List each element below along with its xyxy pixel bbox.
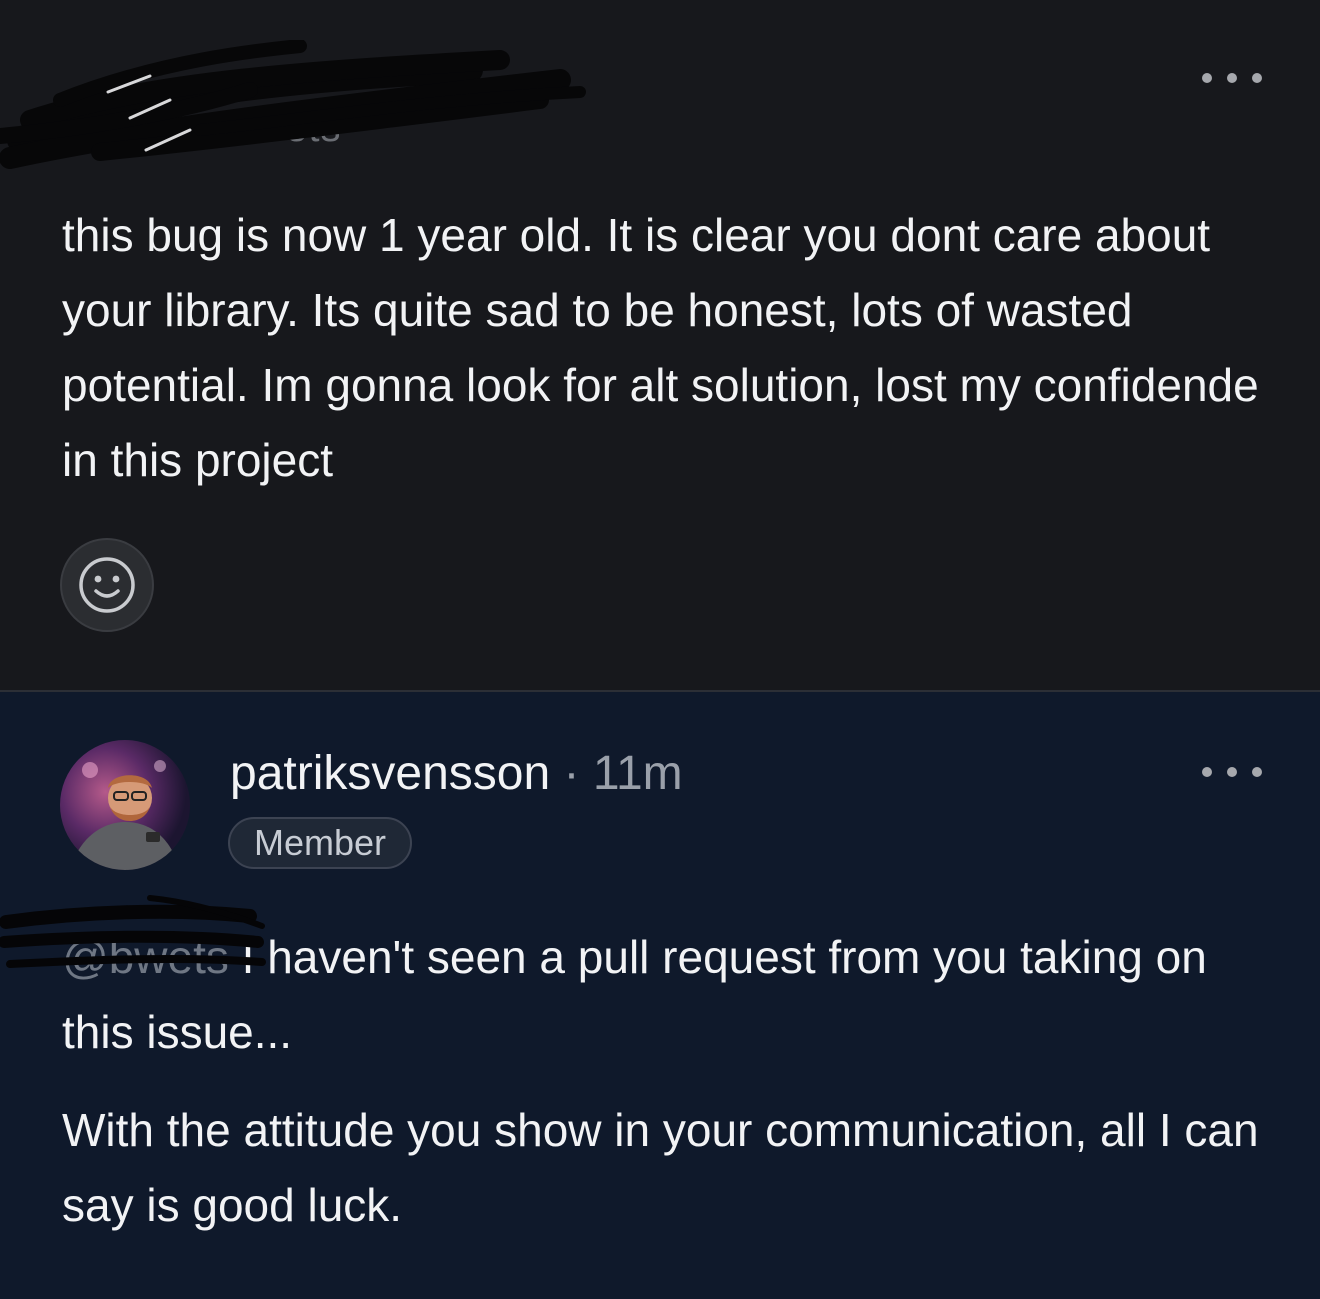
redaction-scribble xyxy=(0,40,586,169)
role-badge: Member xyxy=(228,817,413,869)
comment-body: this bug is now 1 year old. It is clear … xyxy=(62,209,1259,486)
author-username[interactable]: patriksvensson xyxy=(230,747,550,800)
comment-options-button[interactable] xyxy=(1202,66,1262,90)
comment-timestamp[interactable]: 11m xyxy=(593,747,683,800)
avatar[interactable] xyxy=(60,740,190,870)
comment-header-redacted: bwets xyxy=(0,40,620,170)
comment-options-button[interactable] xyxy=(1202,760,1262,784)
ellipsis-icon xyxy=(1202,767,1212,777)
ellipsis-dot xyxy=(1252,73,1262,83)
comment-first: bwets this bug is now 1 year old. It is xyxy=(0,0,1320,690)
avatar-photo xyxy=(70,760,180,870)
ellipsis-dot xyxy=(1227,767,1237,777)
ellipsis-dot xyxy=(1252,767,1262,777)
ellipsis-dot xyxy=(1227,73,1237,83)
comment-paragraph-2: With the attitude you show in your commu… xyxy=(62,1104,1259,1231)
comment-author-line: patriksvensson · 11m xyxy=(230,746,683,801)
mention-redaction xyxy=(0,895,266,968)
ellipsis-icon xyxy=(1202,73,1212,83)
smiley-icon xyxy=(79,557,135,613)
meta-separator: · xyxy=(563,747,580,800)
add-reaction-button[interactable] xyxy=(60,538,154,632)
